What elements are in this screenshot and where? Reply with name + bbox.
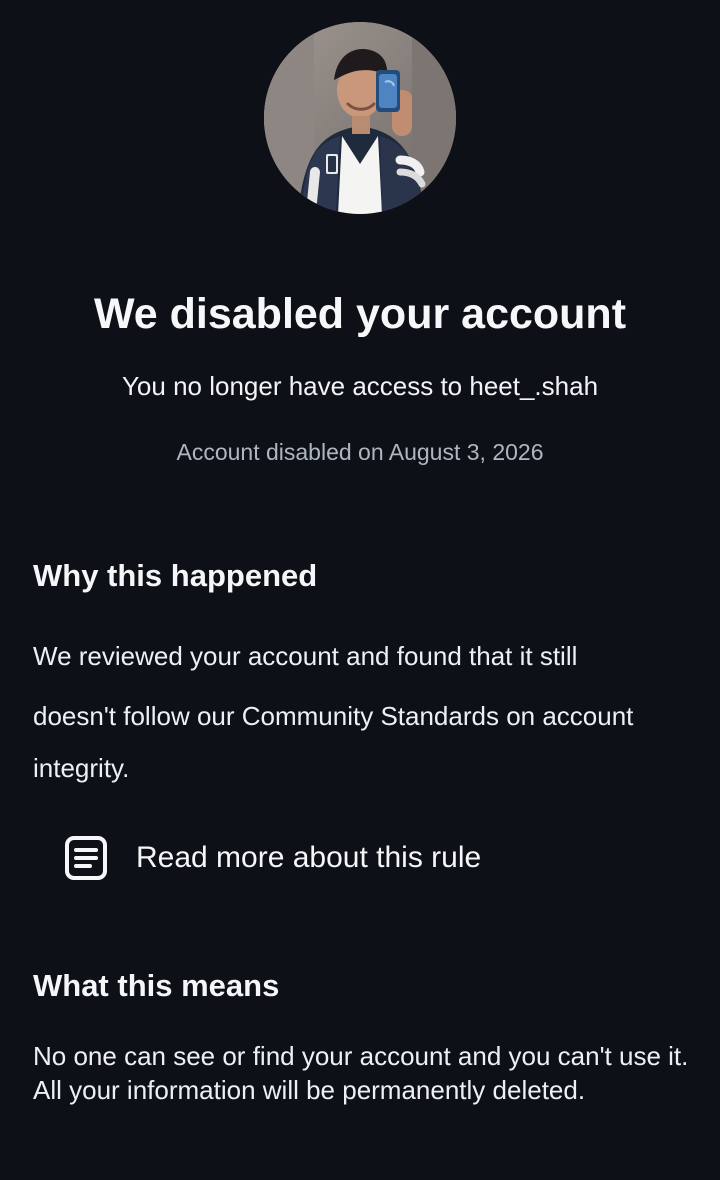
- means-description: No one can see or find your account and …: [33, 1041, 689, 1105]
- read-rule-link[interactable]: Read more about this rule: [62, 832, 532, 884]
- access-message: You no longer have access to heet_.shah: [121, 371, 599, 401]
- document-icon: [62, 834, 110, 882]
- why-heading: Why this happened: [33, 558, 318, 593]
- why-description-line: doesn't follow our Community Standards o…: [33, 701, 634, 731]
- means-heading: What this means: [33, 968, 280, 1003]
- why-description-line: We reviewed your account and found that …: [33, 641, 578, 671]
- why-description-line: integrity.: [33, 753, 130, 783]
- profile-avatar: [264, 22, 456, 214]
- disabled-date: Account disabled on August 3, 2026: [176, 439, 544, 465]
- read-rule-label: Read more about this rule: [136, 841, 482, 874]
- page-title: We disabled your account: [93, 290, 627, 338]
- account-disabled-screen: We disabled your account You no longer h…: [0, 0, 720, 1180]
